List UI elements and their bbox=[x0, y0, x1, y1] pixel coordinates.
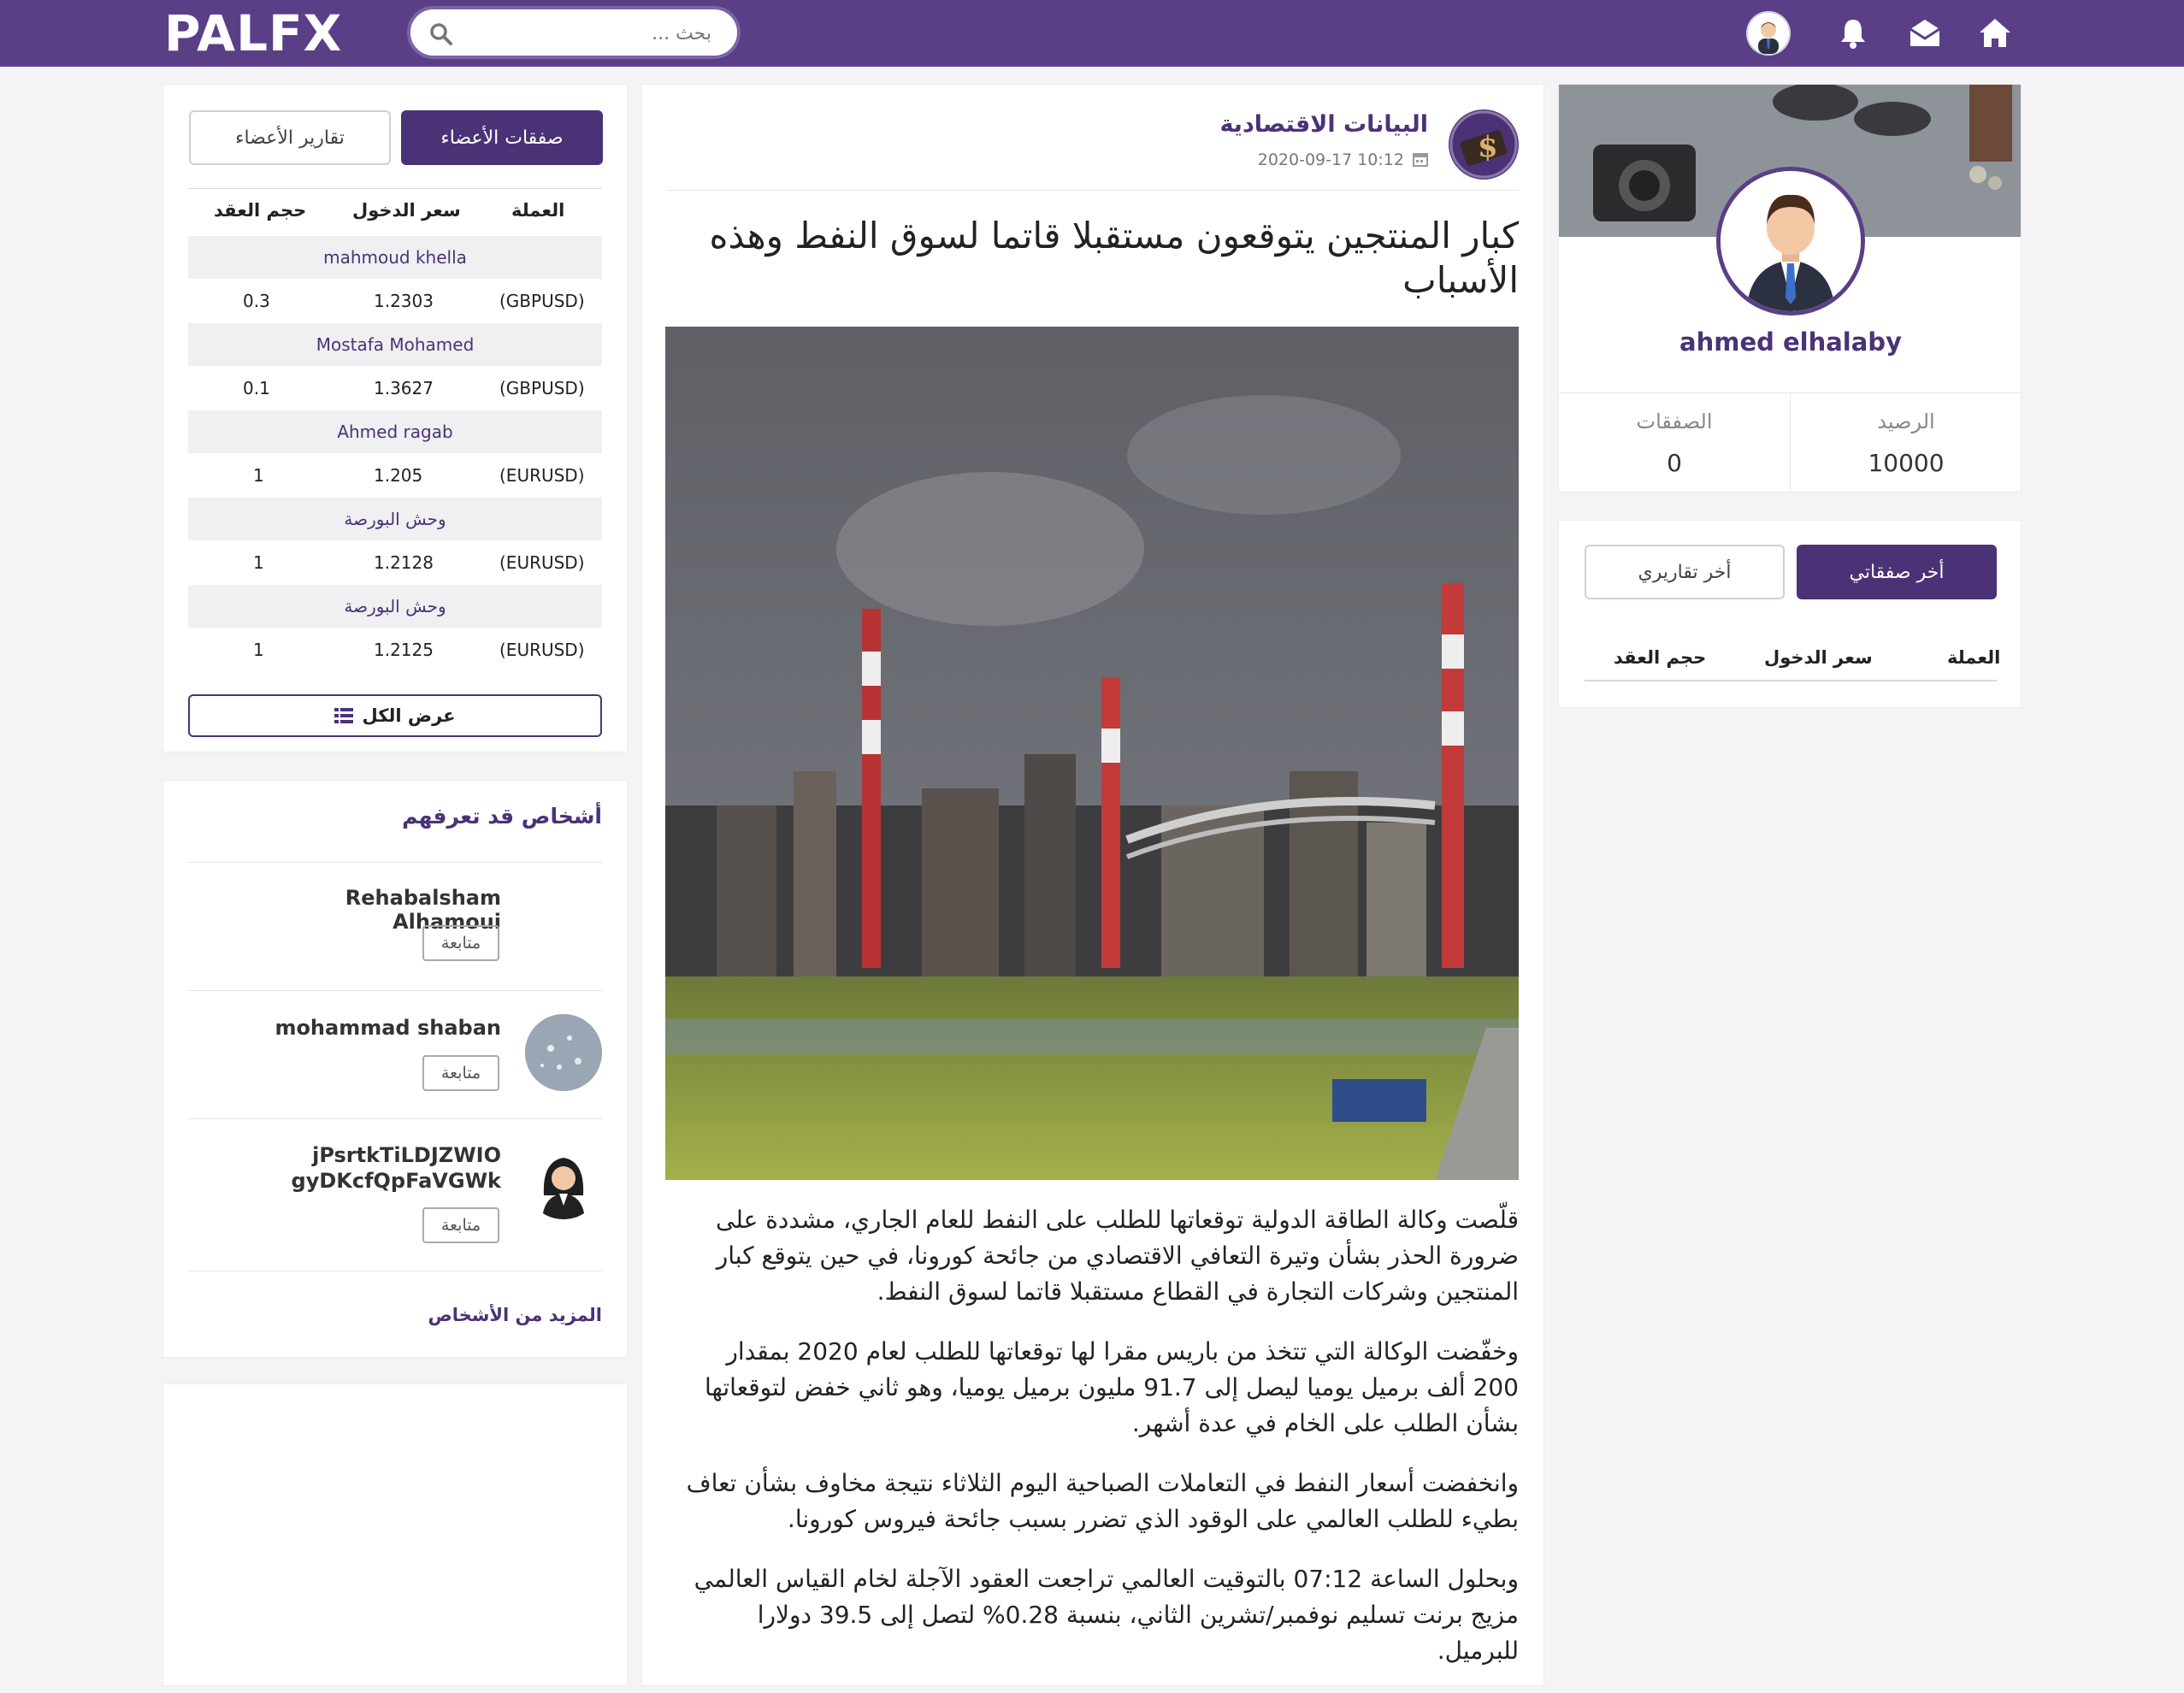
more-people-link[interactable]: المزيد من الأشخاص bbox=[342, 1305, 602, 1325]
divider bbox=[188, 1118, 602, 1119]
col-currency: العملة bbox=[1947, 647, 2001, 668]
article-paragraph: وبحلول الساعة 07:12 بالتوقيت العالمي ترا… bbox=[694, 1565, 1519, 1665]
bell-icon[interactable] bbox=[1833, 14, 1873, 53]
article-date-wrap: 2020-09-17 10:12 bbox=[1231, 150, 1428, 169]
table-row: (GBPUSD) 1.3627 0.1 bbox=[188, 366, 602, 409]
profile-card: ahmed elhalaby الرصيد 10000 الصفقات 0 bbox=[1558, 84, 2022, 493]
top-navbar: PALFX bbox=[0, 0, 2184, 67]
cell-entry: 1.2125 bbox=[374, 640, 434, 660]
cell-size: 0.1 bbox=[243, 378, 270, 398]
empty-card bbox=[162, 1383, 628, 1686]
article-image bbox=[665, 327, 1519, 1180]
tab-my-reports[interactable]: أخر تقاريري bbox=[1585, 545, 1785, 599]
cell-entry: 1.2303 bbox=[374, 291, 434, 311]
trades-label: الصفقات bbox=[1636, 410, 1713, 434]
calendar-icon bbox=[1413, 153, 1428, 167]
search-box[interactable] bbox=[407, 6, 741, 59]
person-avatar[interactable] bbox=[525, 1142, 602, 1219]
tab-member-reports[interactable]: تقارير الأعضاء bbox=[189, 110, 391, 165]
profile-avatar[interactable] bbox=[1716, 167, 1865, 316]
svg-text:$: $ bbox=[1478, 130, 1498, 164]
divider bbox=[188, 188, 602, 189]
view-all-button[interactable]: عرض الكل bbox=[188, 694, 602, 737]
col-contract-size: حجم العقد bbox=[1614, 647, 1707, 668]
cell-size: 1 bbox=[253, 465, 264, 486]
member-name-row[interactable]: Ahmed ragab bbox=[188, 410, 602, 453]
table-row: (GBPUSD) 1.2303 0.3 bbox=[188, 279, 602, 321]
table-row: (EURUSD) 1.2125 1 bbox=[188, 628, 602, 670]
article-body: قلّصت وكالة الطاقة الدولية توقعاتها للطل… bbox=[682, 1202, 1519, 1693]
divider bbox=[667, 190, 1519, 191]
balance-value: 10000 bbox=[1868, 449, 1945, 477]
member-name-row[interactable]: وحش البورصة bbox=[188, 498, 602, 540]
cell-size: 0.3 bbox=[243, 291, 270, 311]
divider bbox=[188, 990, 602, 991]
cell-entry: 1.205 bbox=[374, 465, 423, 486]
view-all-label: عرض الكل bbox=[362, 705, 456, 726]
article-paragraph: وخفّضت الوكالة التي تتخذ من باريس مقرا ل… bbox=[704, 1337, 1519, 1437]
col-currency: العملة bbox=[511, 200, 565, 221]
follow-button[interactable]: متابعة bbox=[422, 1207, 499, 1243]
divider bbox=[1585, 680, 1997, 681]
person-name[interactable]: jPsrtkTiLDJZWIO gyDKcfQpFaVGWk bbox=[239, 1142, 501, 1194]
envelope-icon[interactable] bbox=[1905, 14, 1945, 53]
profile-name[interactable]: ahmed elhalaby bbox=[1559, 327, 2021, 357]
cell-entry: 1.3627 bbox=[374, 378, 434, 398]
cell-size: 1 bbox=[253, 552, 264, 573]
person-avatar[interactable] bbox=[525, 1014, 602, 1091]
my-trades-card: أخر تقاريري أخر صفقاتي العملة سعر الدخول… bbox=[1558, 520, 2022, 708]
cell-entry: 1.2128 bbox=[374, 552, 434, 573]
divider bbox=[188, 862, 602, 863]
table-row: (EURUSD) 1.2128 1 bbox=[188, 540, 602, 583]
cell-size: 1 bbox=[253, 640, 264, 660]
cell-currency: (GBPUSD) bbox=[499, 378, 585, 398]
list-icon bbox=[334, 708, 354, 723]
person-name[interactable]: mohammad shaban bbox=[239, 1016, 501, 1040]
article-paragraph: وانخفضت أسعار النفط في التعاملات الصباحي… bbox=[686, 1469, 1519, 1533]
trades-value: 0 bbox=[1667, 449, 1682, 477]
follow-button[interactable]: متابعة bbox=[422, 925, 499, 961]
cell-currency: (EURUSD) bbox=[499, 552, 585, 573]
cell-currency: (EURUSD) bbox=[499, 465, 585, 486]
col-entry-price: سعر الدخول bbox=[352, 200, 461, 221]
col-entry-price: سعر الدخول bbox=[1764, 647, 1873, 668]
people-title: أشخاص قد تعرفهم bbox=[402, 804, 602, 829]
logo[interactable]: PALFX bbox=[164, 5, 342, 62]
col-contract-size: حجم العقد bbox=[214, 200, 307, 221]
category-icon[interactable]: $ bbox=[1449, 109, 1519, 180]
member-name-row[interactable]: Mostafa Mohamed bbox=[188, 323, 602, 366]
tab-member-trades[interactable]: صفقات الأعضاء bbox=[401, 110, 603, 165]
article-paragraph: قلّصت وكالة الطاقة الدولية توقعاتها للطل… bbox=[716, 1206, 1519, 1306]
balance-label: الرصيد bbox=[1877, 410, 1935, 434]
member-name-row[interactable]: وحش البورصة bbox=[188, 585, 602, 628]
article-date: 2020-09-17 10:12 bbox=[1257, 150, 1404, 169]
cell-currency: (GBPUSD) bbox=[499, 291, 585, 311]
article-title: كبار المنتجين يتوقعون مستقبلا قاتما لسوق… bbox=[709, 215, 1519, 301]
table-row: (EURUSD) 1.205 1 bbox=[188, 453, 602, 496]
search-icon[interactable] bbox=[429, 22, 453, 46]
article-category[interactable]: البيانات الاقتصادية bbox=[1112, 111, 1428, 138]
divider bbox=[1559, 392, 2021, 393]
follow-button[interactable]: متابعة bbox=[422, 1055, 499, 1091]
home-icon[interactable] bbox=[1975, 14, 2015, 53]
user-avatar[interactable] bbox=[1746, 11, 1791, 56]
search-input[interactable] bbox=[462, 16, 713, 50]
member-name-row[interactable]: mahmoud khella bbox=[188, 236, 602, 279]
cell-currency: (EURUSD) bbox=[499, 640, 585, 660]
tab-my-trades[interactable]: أخر صفقاتي bbox=[1797, 545, 1997, 599]
